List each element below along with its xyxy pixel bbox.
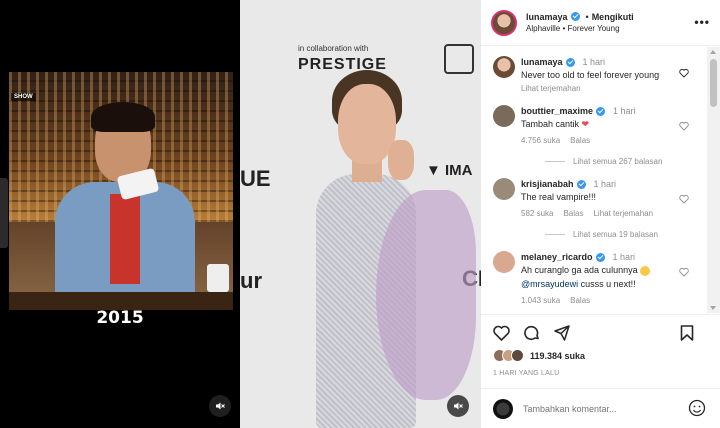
commenter-username[interactable]: melaney_ricardo [521,251,593,263]
commenter-avatar[interactable] [493,56,515,78]
left-video-frame: SHOW [9,72,233,310]
comments-list: lunamaya 1 hari Never too old to feel fo… [481,47,707,313]
post-timestamp: 1 HARI YANG LALU [493,370,560,377]
share-send-icon[interactable] [554,325,570,341]
author-avatar[interactable] [491,9,517,36]
translate-link[interactable]: Lihat terjemahan [593,209,653,218]
commenter-avatar[interactable] [493,178,515,200]
like-count[interactable]: 4.756 suka [521,136,560,145]
verified-icon [570,12,580,21]
comments-scrollbar[interactable] [707,47,720,313]
emoji-smile-icon[interactable] [688,399,706,417]
liker-avatars[interactable] [493,349,524,362]
year-label: 2015 [96,308,144,328]
comment-time: 1 hari [582,57,606,67]
reply-link[interactable]: Balas [570,296,590,305]
like-heart-icon[interactable] [493,325,510,341]
scroll-thumb[interactable] [710,59,717,107]
speaker-muted-icon [216,402,225,410]
translate-link[interactable]: Lihat terjemahan [521,84,581,93]
laughing-emoji-icon [640,265,651,276]
post-header: lunamaya • Mengikuti Alphaville • Foreve… [481,0,720,46]
show-mug [207,264,229,292]
woman-figure-2015 [55,102,195,310]
verified-icon [576,179,586,189]
audio-subtitle[interactable]: Alphaville • Forever Young [526,23,634,35]
comment-text: Never too old to feel forever young [521,70,660,80]
add-comment-bar [481,388,720,428]
verified-icon [596,106,606,116]
verified-icon [595,252,605,262]
backdrop-ue-logo: UE [240,166,271,191]
comment-bubble-icon[interactable] [524,325,540,341]
like-count[interactable]: 582 suka [521,209,553,218]
like-heart-icon[interactable] [679,194,689,204]
comment-item: krisjianabah 1 hari The real vampire!!! … [481,178,707,239]
scroll-down-icon[interactable] [710,306,716,310]
woman-figure-now [280,70,476,428]
follow-status-button[interactable]: Mengikuti [592,11,634,23]
reply-link[interactable]: Balas [563,209,583,218]
show-badge: SHOW [11,93,36,101]
current-user-avatar [493,398,513,419]
comment-time: 1 hari [593,179,617,189]
commenter-username[interactable]: lunamaya [521,56,563,68]
add-comment-input[interactable] [523,403,673,414]
post-media[interactable]: SHOW 2015 in collaboration with PRESTIGE… [0,0,481,428]
backdrop-collab-text: in collaboration with [298,44,369,53]
commenter-username[interactable]: bouttier_maxime [521,105,593,117]
mention-link[interactable]: @mrsayudewi [521,279,578,289]
previous-edge [0,178,8,248]
bookmark-icon[interactable] [680,325,694,341]
like-count[interactable]: 1.043 suka [521,296,560,305]
post-sidebar: lunamaya • Mengikuti Alphaville • Foreve… [481,0,720,428]
commenter-avatar[interactable] [493,251,515,273]
red-heart-emoji-icon: ❤ [581,119,590,129]
view-replies-link[interactable]: Lihat semua 19 balasan [521,230,677,239]
commenter-avatar[interactable] [493,105,515,127]
verified-icon [565,57,575,67]
mute-button-right[interactable] [447,395,469,417]
speaker-muted-icon [454,402,463,410]
comment-item: bouttier_maxime 1 hari Tambah cantik ❤ 4… [481,105,707,166]
comment-text: The real vampire!!! [521,192,597,202]
caption-item: lunamaya 1 hari Never too old to feel fo… [481,56,707,93]
likes-count[interactable]: 119.384 suka [530,351,585,361]
comment-time: 1 hari [613,106,636,116]
post-actions: 119.384 suka 1 HARI YANG LALU [481,314,720,377]
comment-text: Tambah cantik [521,119,580,129]
like-heart-icon[interactable] [679,121,689,131]
like-heart-icon[interactable] [679,68,689,78]
comment-item: melaney_ricardo 1 hari Ah curanglo ga ad… [481,251,707,305]
view-replies-link[interactable]: Lihat semua 267 balasan [521,157,677,166]
comment-text-continued: cusss u next!! [578,279,636,289]
backdrop-ur-logo: ur [240,268,262,293]
mute-button-left[interactable] [209,395,231,417]
right-clip-now: in collaboration with PRESTIGE ▼ IMA UE … [240,0,481,428]
comment-text: Ah curanglo ga ada culunnya [521,265,638,275]
scroll-up-icon[interactable] [710,50,716,54]
left-clip-2015: SHOW 2015 [0,0,240,428]
author-username[interactable]: lunamaya [526,11,568,23]
ellipsis-icon[interactable]: ••• [694,15,710,29]
comment-time: 1 hari [612,252,636,262]
commenter-username[interactable]: krisjianabah [521,178,574,190]
reply-link[interactable]: Balas [570,136,590,145]
like-heart-icon[interactable] [679,267,689,277]
